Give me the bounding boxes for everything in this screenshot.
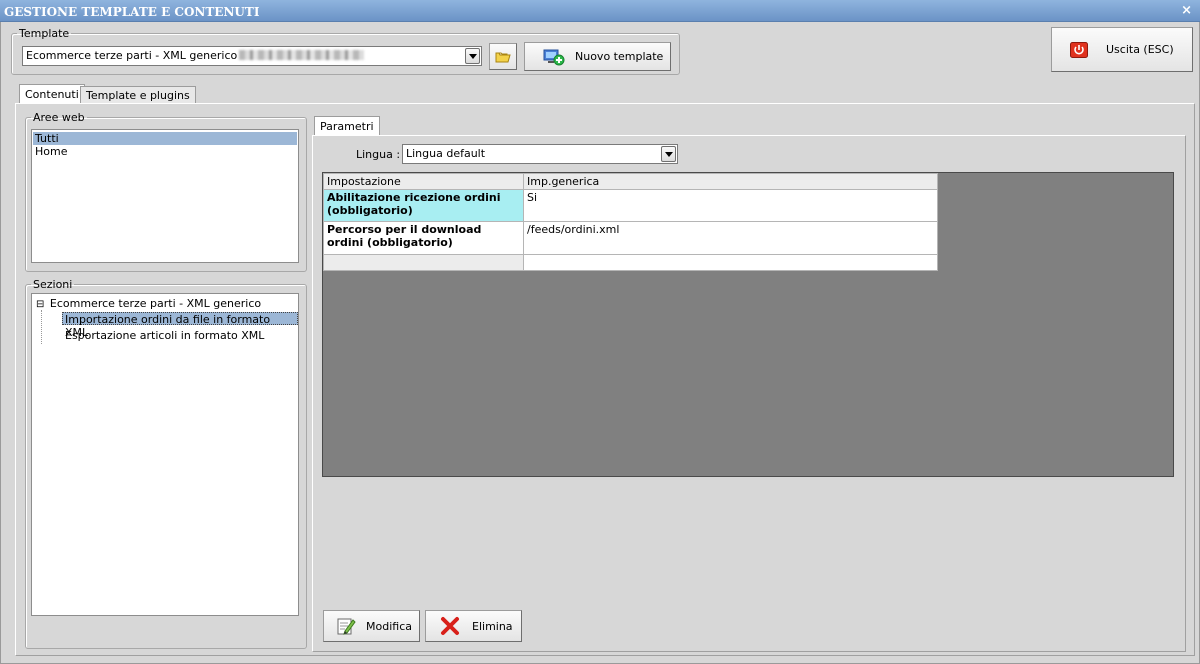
elimina-button[interactable]: Elimina: [425, 610, 522, 642]
tree-root-label: Ecommerce terze parti - XML generico: [49, 297, 262, 310]
new-template-label: Nuovo template: [575, 50, 664, 63]
close-icon[interactable]: ×: [1181, 0, 1192, 22]
folder-icon: [495, 52, 511, 62]
row-setting-name: Percorso per il download ordini (obbliga…: [323, 221, 524, 255]
parameters-table: Impostazione Imp.generica Abilitazione r…: [323, 173, 938, 271]
template-select[interactable]: Ecommerce terze parti - XML generico: [22, 46, 482, 66]
aree-web-list[interactable]: Tutti Home: [31, 129, 299, 263]
column-header-impostazione[interactable]: Impostazione: [323, 173, 524, 190]
column-header-imp-generica[interactable]: Imp.generica: [523, 173, 938, 190]
tab-parametri-label: Parametri: [320, 120, 374, 133]
delete-x-icon: [441, 617, 459, 635]
row-setting-name: Abilitazione ricezione ordini (obbligato…: [323, 189, 524, 222]
tab-parametri[interactable]: Parametri: [314, 116, 380, 136]
row-setting-value[interactable]: Si: [523, 189, 938, 222]
tab-contenuti[interactable]: Contenuti: [19, 84, 85, 104]
parameters-grid[interactable]: Impostazione Imp.generica Abilitazione r…: [322, 172, 1174, 477]
lingua-label: Lingua :: [356, 148, 401, 161]
tree-item-label: Esportazione articoli in formato XML: [65, 329, 265, 342]
new-template-icon: [543, 49, 565, 65]
template-select-value: Ecommerce terze parti - XML generico: [26, 49, 238, 62]
tab-template-e-plugins-label: Template e plugins: [86, 89, 190, 102]
tab-contenuti-label: Contenuti: [25, 88, 79, 101]
exit-button[interactable]: Uscita (ESC): [1051, 27, 1193, 72]
table-row-empty[interactable]: [323, 254, 938, 271]
elimina-label: Elimina: [472, 619, 513, 633]
tree-item-importazione[interactable]: Importazione ordini da file in formato X…: [62, 312, 298, 339]
table-row[interactable]: Percorso per il download ordini (obbliga…: [323, 221, 938, 255]
template-legend: Template: [19, 27, 70, 40]
exit-label: Uscita (ESC): [1106, 43, 1174, 56]
modifica-label: Modifica: [366, 619, 412, 633]
row-setting-value[interactable]: /feeds/ordini.xml: [523, 221, 938, 255]
window-title: GESTIONE TEMPLATE E CONTENUTI: [4, 5, 260, 19]
list-item-label: Home: [35, 145, 68, 158]
list-item-label: Tutti: [35, 132, 59, 145]
tab-template-e-plugins[interactable]: Template e plugins: [80, 86, 196, 104]
lingua-select-value: Lingua default: [406, 147, 486, 160]
sezioni-legend: Sezioni: [33, 278, 73, 291]
table-row[interactable]: Abilitazione ricezione ordini (obbligato…: [323, 189, 938, 222]
tree-item-esportazione[interactable]: Esportazione articoli in formato XML: [63, 329, 266, 342]
lingua-select[interactable]: Lingua default: [402, 144, 678, 164]
chevron-down-icon[interactable]: [661, 146, 676, 162]
tree-collapse-icon[interactable]: ⊟: [36, 299, 44, 310]
modifica-button[interactable]: Modifica: [323, 610, 420, 642]
blurred-region: [239, 50, 365, 60]
aree-web-legend: Aree web: [33, 111, 85, 124]
power-icon: [1070, 41, 1088, 58]
tree-guide-line: [41, 310, 42, 344]
edit-icon: [337, 618, 356, 635]
list-item-tutti[interactable]: Tutti: [33, 132, 297, 145]
table-header-row: Impostazione Imp.generica: [323, 173, 938, 190]
open-folder-button[interactable]: [489, 43, 517, 70]
new-template-button[interactable]: Nuovo template: [524, 42, 671, 71]
sezioni-tree[interactable]: ⊟ Ecommerce terze parti - XML generico I…: [31, 293, 299, 616]
tree-root[interactable]: ⊟ Ecommerce terze parti - XML generico: [36, 297, 261, 310]
row-setting-name: [323, 254, 524, 271]
row-setting-value[interactable]: [523, 254, 938, 271]
list-item-home[interactable]: Home: [33, 145, 297, 158]
window-titlebar: GESTIONE TEMPLATE E CONTENUTI ×: [0, 0, 1200, 22]
chevron-down-icon[interactable]: [465, 48, 480, 64]
